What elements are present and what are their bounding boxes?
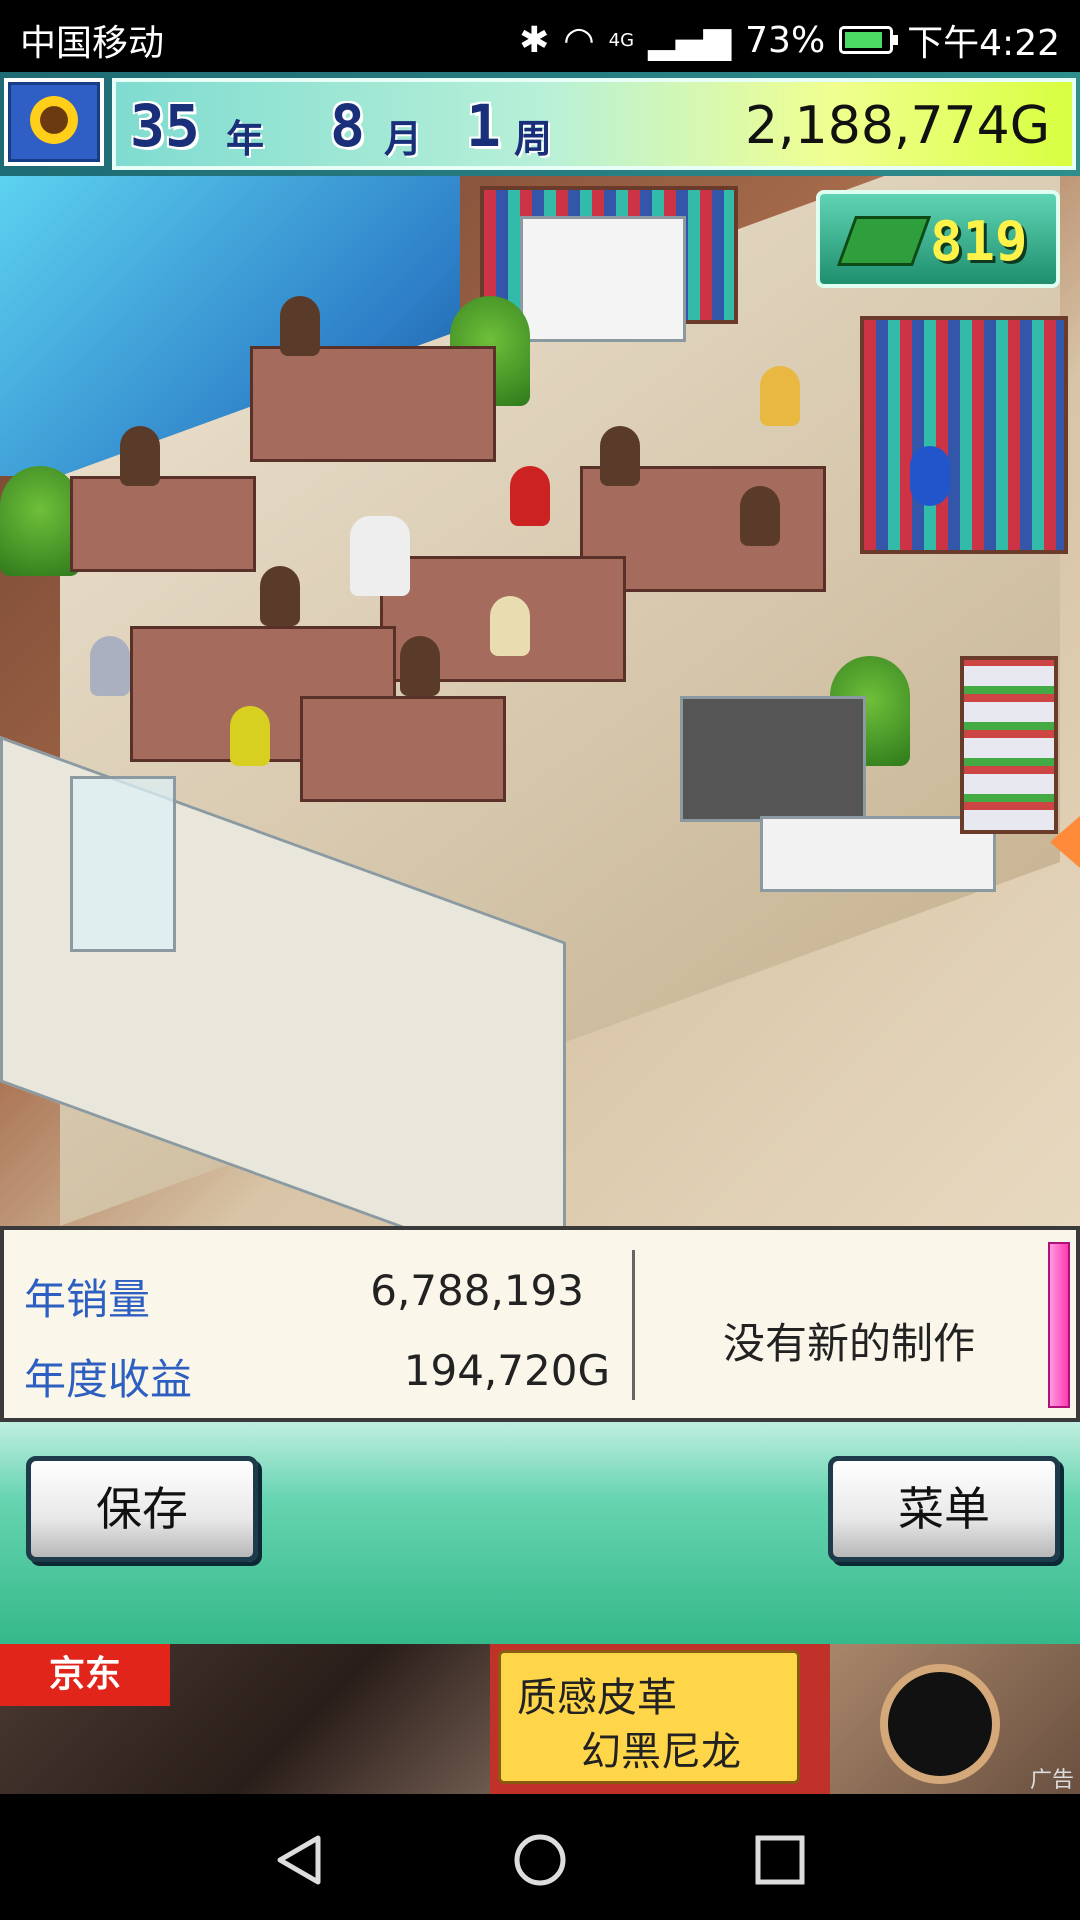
staff-member[interactable] (400, 636, 440, 696)
week-number: 1 (466, 92, 501, 160)
staff-member[interactable] (260, 566, 300, 626)
month-number: 8 (330, 92, 365, 160)
desk (300, 696, 506, 802)
annual-profit-label: 年度收益 (24, 1355, 193, 1404)
staff-member[interactable] (120, 426, 160, 486)
staff-member[interactable] (350, 516, 410, 596)
production-status: 没有新的制作 (722, 1319, 975, 1368)
back-icon[interactable] (270, 1830, 330, 1890)
ad-line-2: 幻黑尼龙 (581, 1729, 741, 1775)
ad-banner[interactable]: 京东 质感皮革 幻黑尼龙 广告 (0, 1644, 1080, 1794)
glass-door (70, 776, 176, 952)
staff-member[interactable] (760, 366, 800, 426)
home-icon[interactable] (510, 1830, 570, 1890)
sunflower-icon (30, 96, 78, 144)
month-unit: 月 (384, 117, 423, 161)
bookshelf (860, 316, 1068, 554)
president-desk (250, 346, 496, 462)
company-avatar[interactable] (4, 78, 104, 166)
tv-screen (680, 696, 866, 822)
year-number: 35 (130, 92, 200, 160)
whiteboard (520, 216, 686, 342)
divider (632, 1250, 635, 1400)
battery-percent: 73% (745, 19, 826, 61)
money-amount: 2,188,774G (745, 96, 1050, 156)
menu-button[interactable]: 菜单 (828, 1456, 1060, 1562)
annual-sales-label: 年销量 (24, 1275, 151, 1324)
office-scene[interactable]: 819 (0, 176, 1080, 1226)
watch-icon (880, 1664, 1000, 1784)
annual-sales-value: 6,788,193 (370, 1266, 584, 1315)
signal-icon: ▂▄▆ (648, 19, 732, 61)
date-money-bar: 35 年 8 月 1 周 2,188,774G (112, 78, 1076, 170)
status-bar: 中国移动 ✱ ◠ 4G ▂▄▆ 73% 下午4:22 (0, 0, 1080, 72)
staff-member[interactable] (90, 636, 130, 696)
ad-tag: 广告 (1029, 1768, 1074, 1793)
book-icon (836, 216, 932, 266)
staff-member[interactable] (280, 296, 320, 356)
network-type: 4G (608, 29, 635, 51)
jd-logo: 京东 (0, 1644, 170, 1706)
ad-text-card: 质感皮革 幻黑尼龙 (498, 1650, 800, 1784)
stats-panel: 年销量 6,788,193 年度收益 194,720G 没有新的制作 (0, 1226, 1080, 1422)
navigation-bar (0, 1794, 1080, 1920)
status-icons: ✱ ◠ 4G ▂▄▆ 73% 下午4:22 (519, 14, 1060, 66)
button-area: 保存 菜单 (0, 1422, 1080, 1644)
ad-line-1: 质感皮革 (517, 1675, 677, 1721)
annual-profit-value: 194,720G (403, 1346, 610, 1395)
carrier-name: 中国移动 (20, 23, 165, 64)
bluetooth-icon: ✱ (519, 19, 550, 61)
staff-member[interactable] (600, 426, 640, 486)
wifi-icon: ◠ (563, 19, 595, 61)
year-unit: 年 (226, 117, 265, 161)
save-button[interactable]: 保存 (26, 1456, 258, 1562)
clock: 下午4:22 (907, 23, 1060, 64)
staff-member[interactable] (490, 596, 530, 656)
staff-member[interactable] (510, 466, 550, 526)
display-rack (960, 656, 1058, 834)
penguin-mascot[interactable] (910, 446, 950, 506)
progress-gauge (1048, 1242, 1070, 1408)
staff-member[interactable] (740, 486, 780, 546)
research-points-count: 819 (930, 210, 1028, 273)
scroll-left-arrow-icon[interactable] (1050, 816, 1080, 868)
battery-icon (839, 26, 899, 54)
week-unit: 周 (514, 117, 553, 161)
recents-icon[interactable] (750, 1830, 810, 1890)
potted-plant (0, 466, 80, 576)
research-points-box: 819 (816, 190, 1060, 288)
staff-member[interactable] (230, 706, 270, 766)
desk (70, 476, 256, 572)
